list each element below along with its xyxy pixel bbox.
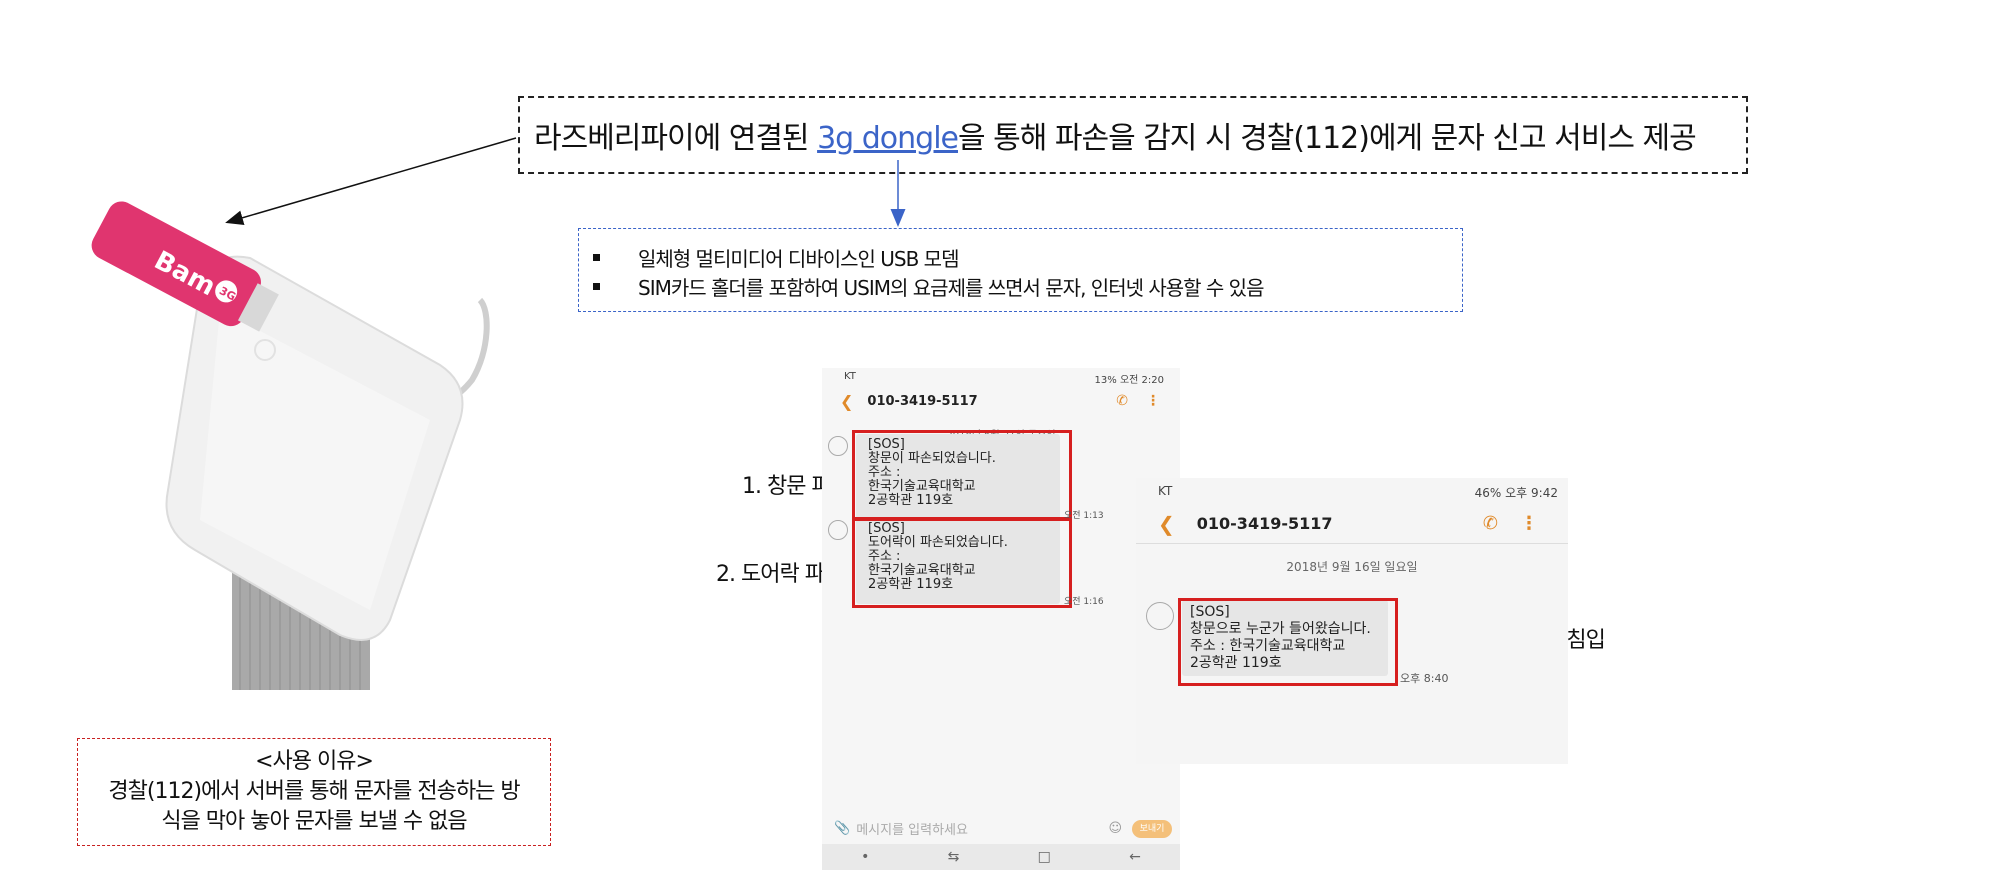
bullet-icon xyxy=(593,283,600,290)
highlight-frame xyxy=(1178,598,1398,686)
info-item-text: 일체형 멀티미디어 디바이스인 USB 모뎀 xyxy=(638,247,959,271)
info-box: 일체형 멀티미디어 디바이스인 USB 모뎀 SIM카드 홀더를 포함하여 US… xyxy=(578,228,1463,312)
bullet-icon xyxy=(593,254,600,261)
status-bar: KT 13% 오전 2:20 xyxy=(822,368,1180,386)
reason-box: <사용 이유> 경찰(112)에서 서버를 통해 문자를 전송하는 방 식을 막… xyxy=(77,738,551,846)
more-icon[interactable]: ⋮ xyxy=(1520,513,1538,534)
info-item: SIM카드 홀더를 포함하여 USIM의 요금제를 쓰면서 문자, 인터넷 사용… xyxy=(593,272,1462,301)
headline-after: 을 통해 파손을 감지 시 경찰(112)에게 문자 신고 서비스 제공 xyxy=(958,121,1697,156)
call-icon[interactable]: ✆ xyxy=(1116,393,1128,409)
conversation-header: ❮ 010-3419-5117 ✆ ⋮ xyxy=(822,386,1180,416)
dongle-link[interactable]: 3g dongle xyxy=(817,121,959,156)
status-right: 13% 오전 2:20 xyxy=(1094,375,1164,386)
recent-apps-icon[interactable]: ⇆ xyxy=(948,849,960,865)
reason-line: 식을 막아 놓아 문자를 보낼 수 없음 xyxy=(161,809,467,834)
send-button[interactable]: 보내기 xyxy=(1132,820,1172,838)
carrier-label: KT xyxy=(844,371,856,382)
headline-text: 라즈베리파이에 연결된 3g dongle을 통해 파손을 감지 시 경찰(11… xyxy=(534,113,1697,157)
contact-number: 010-3419-5117 xyxy=(1196,514,1333,533)
message-time: 오전 1:16 xyxy=(1064,597,1104,607)
highlight-frame xyxy=(852,518,1072,608)
phone-screenshot-2: KT 46% 오후 9:42 ❮ 010-3419-5117 ✆ ⋮ 2018년… xyxy=(1136,478,1568,764)
info-item: 일체형 멀티미디어 디바이스인 USB 모뎀 xyxy=(593,243,1462,272)
avatar xyxy=(828,436,848,456)
back-icon[interactable]: ❮ xyxy=(1158,512,1175,536)
attach-icon[interactable]: 📎 xyxy=(834,821,850,836)
home-icon[interactable]: □ xyxy=(1038,849,1051,865)
headline-box: 라즈베리파이에 연결된 3g dongle을 통해 파손을 감지 시 경찰(11… xyxy=(518,96,1748,174)
reason-line: 경찰(112)에서 서버를 통해 문자를 전송하는 방 xyxy=(108,779,520,804)
status-bar: KT 46% 오후 9:42 xyxy=(1136,478,1568,504)
raspberry-pi-dongle-photo: Bam 3G xyxy=(91,201,490,690)
message-input-bar[interactable]: 📎 메시지를 입력하세요 ☺ 보내기 xyxy=(822,812,1180,844)
reason-title: <사용 이유> xyxy=(255,749,374,774)
emoji-icon[interactable]: ☺ xyxy=(1108,821,1122,836)
contact-number: 010-3419-5117 xyxy=(867,393,978,409)
highlight-frame xyxy=(852,430,1072,520)
nav-bar: • ⇆ □ ← xyxy=(822,844,1180,870)
message-time: 오후 8:40 xyxy=(1400,672,1449,685)
message-input-placeholder[interactable]: 메시지를 입력하세요 xyxy=(856,819,968,838)
phone-screenshot-1: KT 13% 오전 2:20 ❮ 010-3419-5117 ✆ ⋮ 2018년… xyxy=(822,368,1180,870)
avatar xyxy=(828,520,848,540)
date-divider: 2018년 9월 16일 일요일 xyxy=(1286,560,1418,574)
avatar xyxy=(1146,602,1174,630)
back-icon[interactable]: ❮ xyxy=(840,392,853,411)
nav-dot-icon[interactable]: • xyxy=(861,849,869,865)
headline-before: 라즈베리파이에 연결된 xyxy=(534,121,818,156)
call-icon[interactable]: ✆ xyxy=(1483,513,1498,534)
more-icon[interactable]: ⋮ xyxy=(1146,393,1160,409)
status-right: 46% 오후 9:42 xyxy=(1474,486,1558,500)
back-nav-icon[interactable]: ← xyxy=(1129,849,1141,865)
info-item-text: SIM카드 홀더를 포함하여 USIM의 요금제를 쓰면서 문자, 인터넷 사용… xyxy=(638,276,1264,300)
carrier-label: KT xyxy=(1158,484,1173,498)
conversation-header: ❮ 010-3419-5117 ✆ ⋮ xyxy=(1136,504,1568,544)
